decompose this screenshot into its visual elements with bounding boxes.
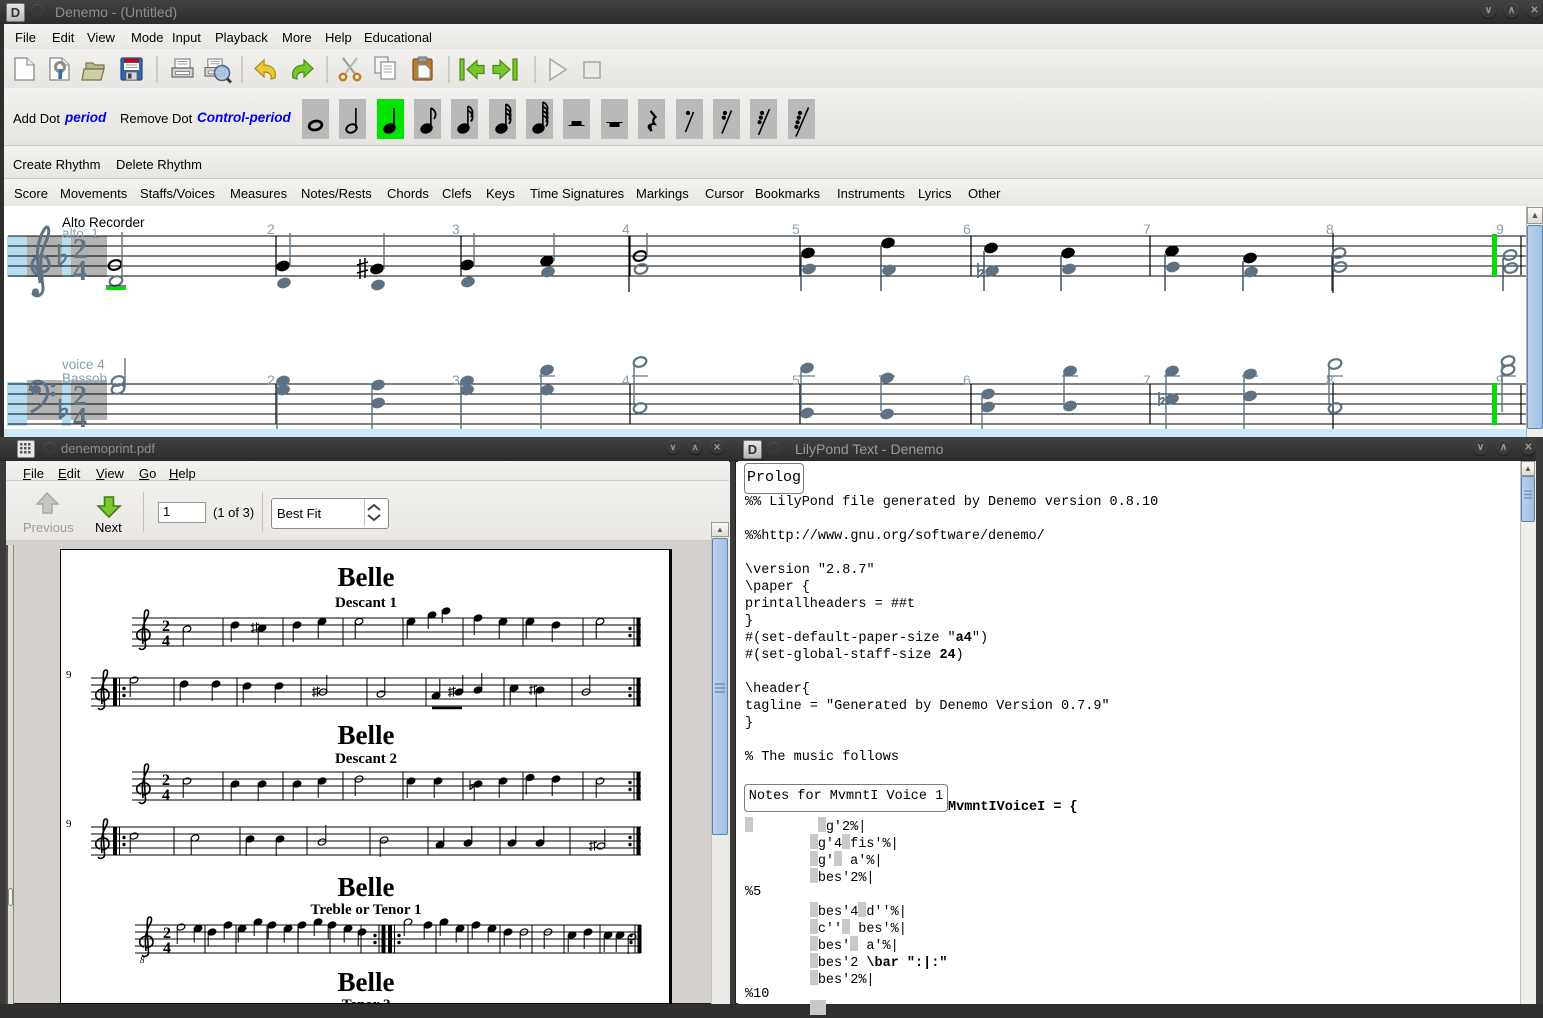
svg-text:Belle: Belle: [338, 562, 395, 592]
svg-text:Belle: Belle: [338, 720, 395, 750]
svg-text:3: 3: [452, 372, 460, 388]
svg-text:7: 7: [1143, 372, 1151, 388]
svg-text:8: 8: [140, 955, 145, 965]
svg-text:4: 4: [622, 372, 630, 388]
svg-text:4: 4: [163, 940, 171, 957]
svg-text:8: 8: [1326, 372, 1334, 388]
svg-text:7: 7: [1143, 221, 1151, 237]
svg-text:Tenor 2: Tenor 2: [342, 997, 391, 1004]
svg-text:8: 8: [1326, 221, 1334, 237]
svg-text:9: 9: [66, 669, 72, 681]
svg-text:5: 5: [792, 221, 800, 237]
svg-text:Treble or Tenor 1: Treble or Tenor 1: [311, 902, 422, 918]
svg-text:6: 6: [963, 372, 971, 388]
svg-text:2: 2: [267, 221, 275, 237]
svg-text:9: 9: [1496, 221, 1504, 237]
svg-text:4: 4: [162, 633, 170, 650]
svg-text:3: 3: [452, 221, 460, 237]
svg-text:Descant 2: Descant 2: [335, 751, 397, 767]
svg-text:Belle: Belle: [338, 967, 395, 997]
svg-text:4: 4: [622, 221, 630, 237]
svg-text:6: 6: [963, 221, 971, 237]
svg-text:5: 5: [792, 372, 800, 388]
svg-text:Descant 1: Descant 1: [335, 595, 397, 611]
svg-text:voice 4: voice 4: [62, 357, 105, 372]
svg-text:4: 4: [162, 787, 170, 804]
svg-text:9: 9: [66, 818, 72, 830]
svg-text:2: 2: [267, 372, 275, 388]
svg-text:Belle: Belle: [338, 872, 395, 902]
svg-text:4: 4: [73, 256, 87, 287]
